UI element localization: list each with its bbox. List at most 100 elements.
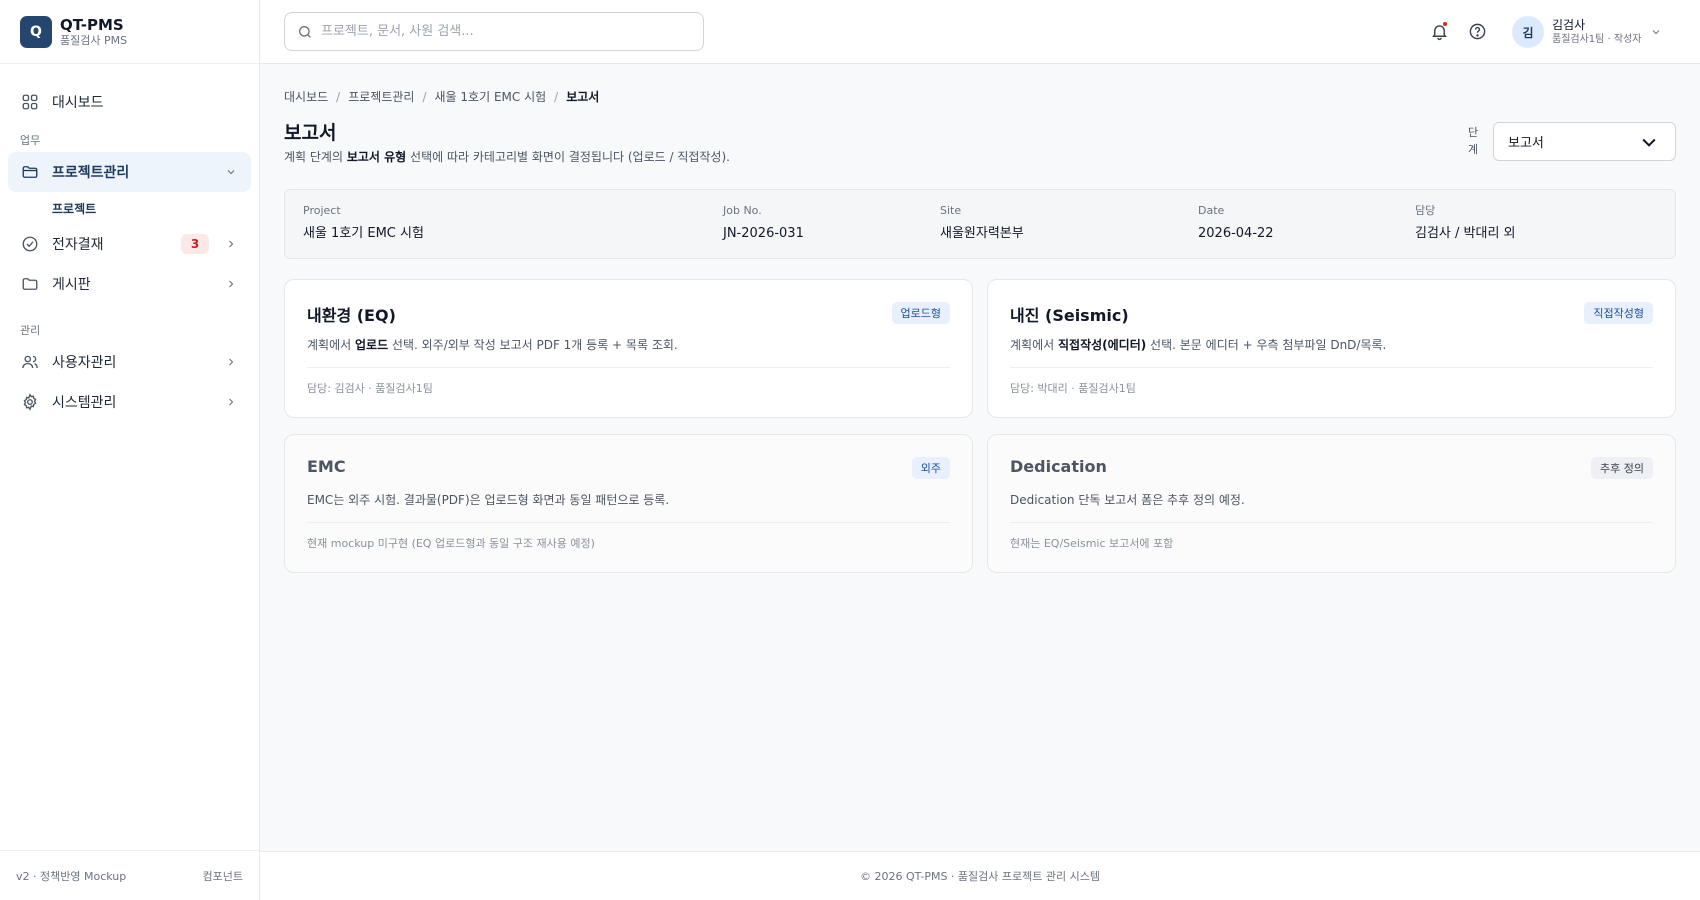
stage-label: 단계 (1467, 126, 1479, 156)
folder-icon (20, 162, 40, 182)
card-description: EMC는 외주 시험. 결과물(PDF)은 업로드형 화면과 동일 패턴으로 등… (307, 493, 670, 507)
info-project: Project 새울 1호기 EMC 시험 (303, 204, 424, 242)
users-icon (20, 352, 40, 372)
help-button[interactable] (1466, 20, 1488, 42)
user-menu[interactable]: 김 김검사 품질검사1팀 · 작성자 (1512, 16, 1662, 48)
breadcrumb-item[interactable]: 대시보드 (284, 88, 328, 105)
report-card-eq[interactable]: 내환경 (EQ) 업로드형 계획에서 업로드 선택. 외주/외부 작성 보고서 … (284, 279, 973, 418)
desc-emphasis: 보고서 유형 (346, 150, 407, 164)
stage-select-value: 보고서 (1508, 136, 1544, 151)
search-input[interactable] (321, 24, 681, 39)
check-circle-icon (20, 234, 40, 254)
desc-text: 선택에 따라 카테고리별 화면이 결정됩니다 (업로드 / 직접작성). (406, 150, 730, 164)
brand-subtitle: 품질검사 PMS (60, 33, 128, 47)
chevron-right-icon (223, 394, 239, 410)
card-title: 내환경 (EQ) (307, 306, 396, 325)
card-type-badge: 직접작성형 (1584, 302, 1653, 324)
chevron-down-icon (1650, 26, 1662, 38)
info-value: 김검사 / 박대리 외 (1415, 226, 1516, 241)
section-label-admin: 관리 (20, 324, 41, 337)
components-link[interactable]: 컴포넌트 (203, 868, 243, 884)
page-footer: © 2026 QT-PMS · 품질검사 프로젝트 관리 시스템 (260, 851, 1700, 900)
chevron-right-icon (223, 236, 239, 252)
page-title: 보고서 (284, 122, 337, 144)
sidebar-item-label: 전자결재 (52, 237, 104, 253)
sidebar-item-label: 대시보드 (52, 95, 104, 111)
brand[interactable]: Q QT-PMS 품질검사 PMS (0, 0, 259, 64)
breadcrumb-separator: / (422, 89, 427, 104)
chevron-right-icon (223, 276, 239, 292)
stage-select[interactable]: 보고서 (1493, 122, 1676, 161)
sidebar-item-user-management[interactable]: 사용자관리 (8, 342, 251, 382)
card-title: EMC (307, 457, 346, 476)
divider (1010, 522, 1653, 523)
breadcrumb-item[interactable]: 프로젝트관리 (348, 88, 414, 105)
user-name: 김검사 (1552, 17, 1586, 32)
report-card-emc[interactable]: EMC 외주 EMC는 외주 시험. 결과물(PDF)은 업로드형 화면과 동일… (284, 434, 973, 573)
sidebar-nav: 대시보드 업무 프로젝트관리 프로젝트 전자결재 3 게시판 관리 사용자관리 … (0, 64, 259, 422)
card-type-badge: 업로드형 (891, 302, 950, 324)
sidebar-item-approval[interactable]: 전자결재 3 (8, 224, 251, 264)
card-description: 계획에서 업로드 선택. 외주/외부 작성 보고서 PDF 1개 등록 + 목록… (307, 336, 678, 353)
breadcrumb-current: 보고서 (566, 90, 600, 104)
sidebar-item-system-management[interactable]: 시스템관리 (8, 382, 251, 422)
card-description: Dedication 단독 보고서 폼은 추후 정의 예정. (1010, 493, 1245, 507)
desc-text: 계획에서 (1010, 338, 1058, 352)
notification-button[interactable] (1428, 20, 1450, 42)
info-value: 새울 1호기 EMC 시험 (303, 226, 424, 241)
info-value: JN-2026-031 (723, 226, 804, 241)
card-type-badge: 외주 (911, 457, 950, 479)
approval-count-badge: 3 (181, 234, 209, 254)
card-title: 내진 (Seismic) (1010, 306, 1129, 325)
chevron-right-icon (223, 354, 239, 370)
desc-emphasis: 업로드 (354, 338, 389, 352)
sidebar-item-dashboard[interactable]: 대시보드 (8, 82, 251, 122)
report-card-dedication[interactable]: Dedication 추후 정의 Dedication 단독 보고서 폼은 추후… (987, 434, 1676, 573)
breadcrumb-separator: / (336, 89, 341, 104)
search-box[interactable] (284, 12, 704, 51)
user-role: 품질검사1팀 · 작성자 (1552, 33, 1642, 45)
divider (307, 367, 950, 368)
info-site: Site 새울원자력본부 (940, 204, 1024, 242)
info-owner: 담당 김검사 / 박대리 외 (1415, 204, 1516, 242)
sidebar-item-label: 사용자관리 (52, 355, 117, 371)
breadcrumb-separator: / (554, 89, 559, 104)
sidebar-subitem-project[interactable]: 프로젝트 (8, 192, 251, 224)
breadcrumb: 대시보드 / 프로젝트관리 / 새울 1호기 EMC 시험 / 보고서 (284, 88, 599, 105)
desc-text: 계획 단계의 (284, 150, 347, 164)
sidebar-item-board[interactable]: 게시판 (8, 264, 251, 304)
info-key: Job No. (723, 204, 762, 217)
version-label: v2 · 정책반영 Mockup (16, 869, 127, 883)
gear-icon (20, 392, 40, 412)
sidebar-item-project-management[interactable]: 프로젝트관리 (8, 152, 251, 192)
info-key: 담당 (1415, 204, 1436, 217)
info-key: Project (303, 204, 341, 217)
card-note: 현재 mockup 미구현 (EQ 업로드형과 동일 구조 재사용 예정) (307, 537, 595, 550)
chevron-down-icon (223, 164, 239, 180)
main-content: 대시보드 / 프로젝트관리 / 새울 1호기 EMC 시험 / 보고서 보고서 … (260, 64, 1700, 851)
sidebar-item-label: 프로젝트관리 (52, 165, 130, 181)
desc-text: 선택. 외주/외부 작성 보고서 PDF 1개 등록 + 목록 조회. (388, 338, 678, 352)
chevron-down-icon (1639, 132, 1659, 152)
info-value: 2026-04-22 (1198, 226, 1274, 241)
section-label-work: 업무 (20, 134, 41, 147)
desc-text: 선택. 본문 에디터 + 우측 첨부파일 DnD/목록. (1146, 338, 1387, 352)
topbar: 김 김검사 품질검사1팀 · 작성자 (260, 0, 1700, 64)
info-key: Site (940, 204, 962, 217)
info-value: 새울원자력본부 (940, 226, 1024, 241)
search-icon (297, 24, 313, 40)
page-description: 계획 단계의 보고서 유형 선택에 따라 카테고리별 화면이 결정됩니다 (업로… (284, 148, 730, 165)
sidebar: Q QT-PMS 품질검사 PMS 대시보드 업무 프로젝트관리 프로젝트 전자… (0, 0, 260, 900)
card-note: 현재는 EQ/Seismic 보고서에 포함 (1010, 537, 1174, 550)
notification-dot (1442, 21, 1448, 27)
card-owner: 담당: 박대리 · 품질검사1팀 (1010, 382, 1136, 395)
info-date: Date 2026-04-22 (1198, 204, 1274, 242)
report-card-seismic[interactable]: 내진 (Seismic) 직접작성형 계획에서 직접작성(에디터) 선택. 본문… (987, 279, 1676, 418)
card-title: Dedication (1010, 457, 1107, 476)
sidebar-footer: v2 · 정책반영 Mockup 컴포넌트 (0, 850, 259, 900)
logo: Q (20, 15, 52, 48)
help-icon (1468, 22, 1487, 41)
card-owner: 담당: 김검사 · 품질검사1팀 (307, 382, 433, 395)
card-type-badge: 추후 정의 (1591, 457, 1653, 479)
breadcrumb-item[interactable]: 새울 1호기 EMC 시험 (435, 88, 547, 105)
